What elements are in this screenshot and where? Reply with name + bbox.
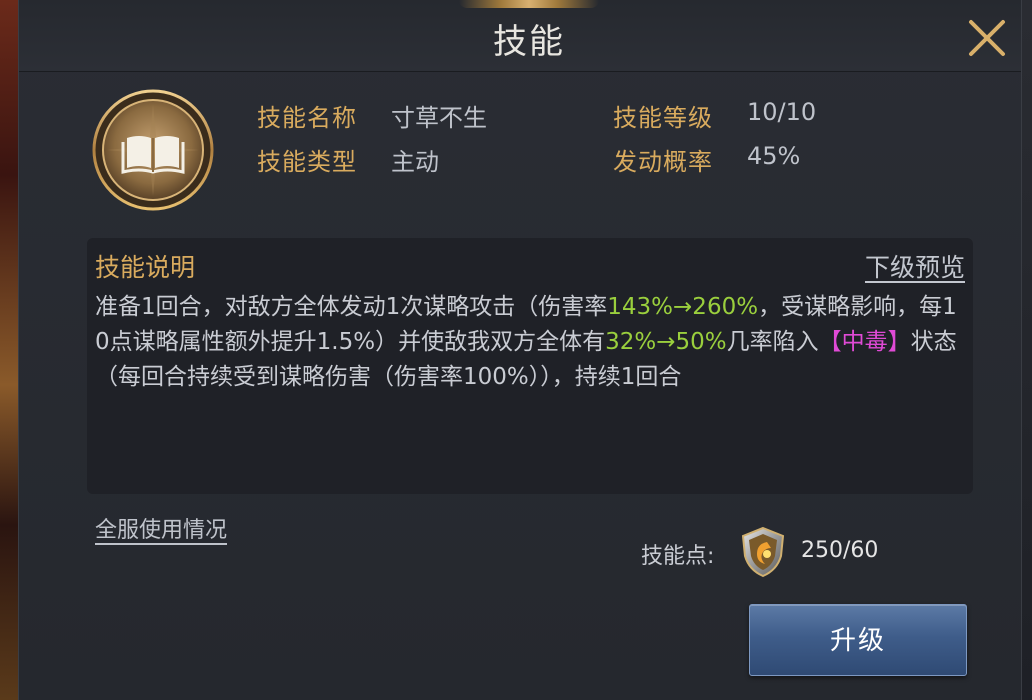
description-segment-poison-status: 【中毒】 [818, 329, 911, 355]
skill-points-label: 技能点: [641, 544, 715, 569]
skill-point-shield-icon [741, 526, 785, 578]
skill-rate-value: 45% [747, 142, 801, 170]
skill-rate-label: 发动概率 [613, 148, 713, 176]
description-segment: 几率陷入 [726, 329, 819, 355]
skill-level-value: 10/10 [747, 98, 817, 126]
description-segment-damage-rate: 143%→260% [607, 294, 759, 320]
close-button[interactable] [965, 16, 1009, 60]
skill-name-value: 寸草不生 [391, 104, 487, 132]
next-level-preview-link[interactable]: 下级预览 [865, 248, 965, 284]
description-segment-chance: 32%→50% [605, 329, 727, 355]
skill-name-label: 技能名称 [257, 104, 357, 132]
skill-points-value: 250/60 [801, 538, 879, 563]
upgrade-button[interactable]: 升级 [749, 604, 967, 676]
dialog-title: 技能 [493, 22, 565, 62]
server-usage-link[interactable]: 全服使用情况 [95, 512, 227, 544]
description-segment: 准备1回合，对敌方全体发动1次谋略攻击（伤害率 [95, 294, 608, 320]
book-icon [92, 89, 214, 211]
title-ornament [459, 0, 599, 8]
skill-level-label: 技能等级 [613, 104, 713, 132]
description-title: 技能说明 [95, 253, 196, 282]
skill-type-label: 技能类型 [257, 148, 357, 176]
description-text: 准备1回合，对敌方全体发动1次谋略攻击（伤害率143%→260%，受谋略影响，每… [95, 290, 965, 395]
close-icon [969, 20, 1005, 56]
skill-description-box: 技能说明 下级预览 准备1回合，对敌方全体发动1次谋略攻击（伤害率143%→26… [87, 238, 973, 494]
background-scene-left [0, 0, 20, 700]
skill-dialog: 技能 技能名称 寸草不生 技能等级 10/10 技能类型 主动 发动概率 45%… [18, 0, 1022, 700]
skill-type-value: 主动 [391, 148, 439, 176]
title-bar: 技能 [19, 0, 1021, 72]
